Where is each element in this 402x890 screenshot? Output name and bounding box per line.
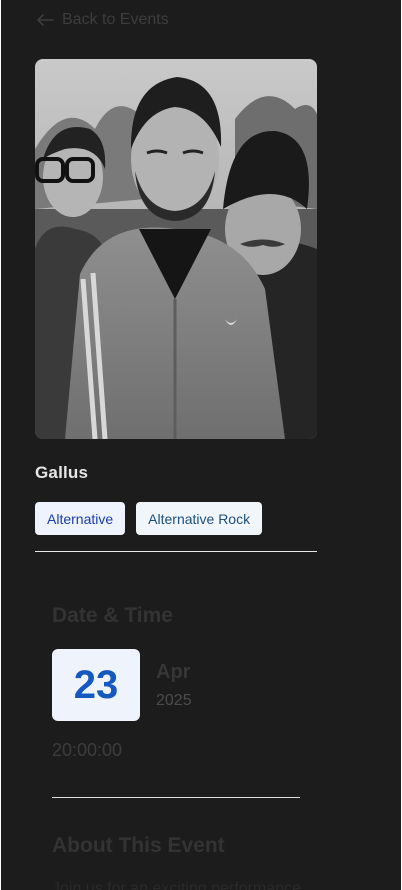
about-heading: About This Event <box>52 834 225 857</box>
event-time: 20:00:00 <box>52 740 123 760</box>
genre-tags: Alternative Alternative Rock <box>35 502 263 535</box>
event-year: 2025 <box>156 692 192 709</box>
section-divider <box>52 797 300 798</box>
event-detail-page: Back to Events Gallus Alternative Altern… <box>1 0 401 890</box>
artist-name: Gallus <box>35 463 89 482</box>
event-month: Apr <box>156 661 191 683</box>
band-photo <box>35 59 317 439</box>
event-day: 23 <box>52 649 140 721</box>
tag-alternative-rock[interactable]: Alternative Rock <box>136 502 263 535</box>
section-divider <box>35 551 317 552</box>
back-to-events-link[interactable]: Back to Events <box>36 9 169 31</box>
back-link-label: Back to Events <box>62 11 169 28</box>
arrow-left-icon <box>37 14 54 26</box>
about-text: Join us for an exciting performance <box>52 880 302 890</box>
date-time-heading: Date & Time <box>52 604 173 627</box>
tag-alternative[interactable]: Alternative <box>35 502 126 535</box>
